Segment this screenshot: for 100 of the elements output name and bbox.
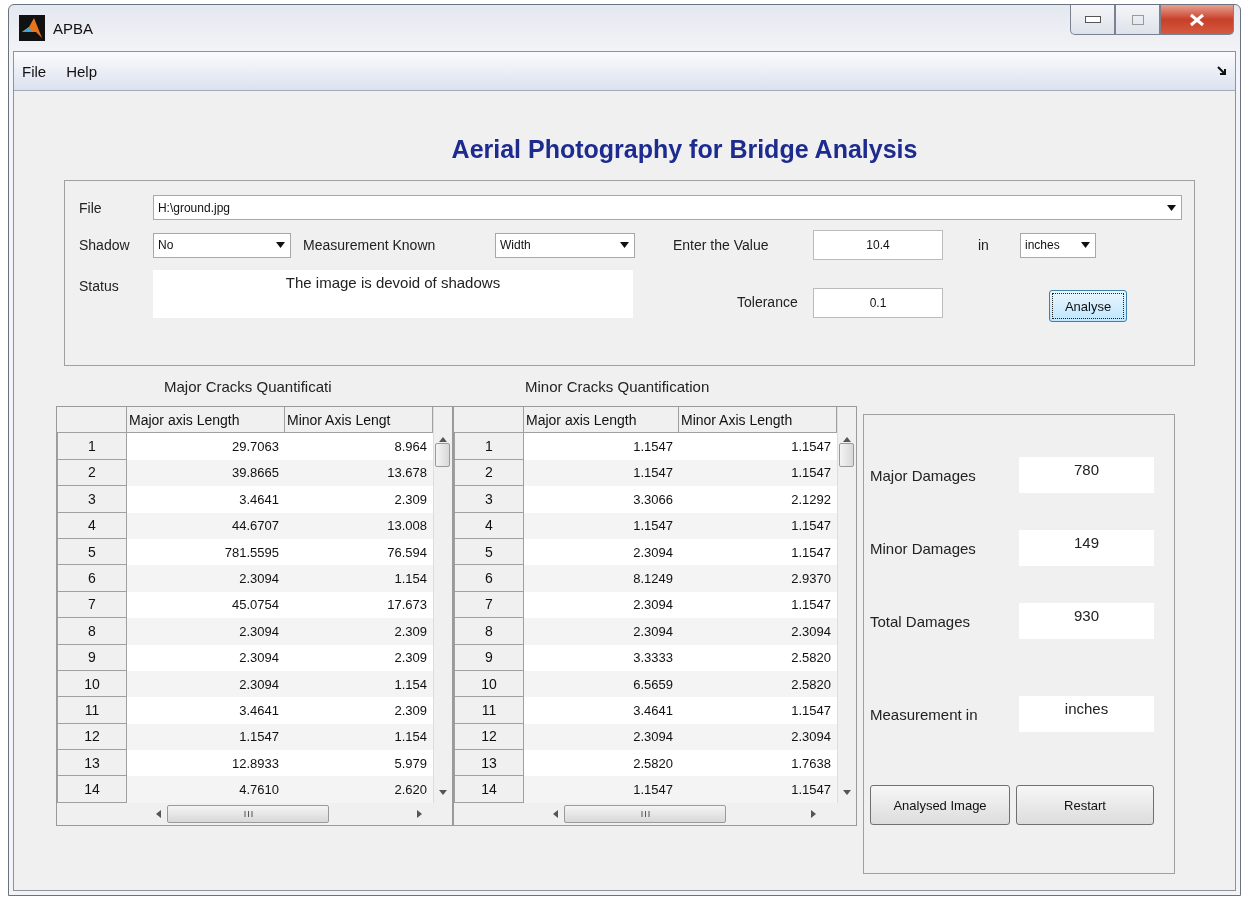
scroll-thumb[interactable] [839, 443, 854, 467]
scroll-thumb[interactable] [564, 804, 726, 823]
row-header: 9 [57, 644, 127, 671]
close-button[interactable] [1160, 5, 1234, 35]
app-heading: Aerial Photography for Bridge Analysis [450, 135, 919, 164]
scroll-thumb[interactable] [435, 443, 450, 467]
table-cell: 1.1547 [524, 512, 679, 539]
scroll-down-icon[interactable] [843, 789, 851, 795]
row-header: 10 [454, 670, 524, 698]
row-header: 3 [454, 486, 524, 513]
table-cell: 1.154 [285, 723, 433, 751]
table-cell: 1.1547 [679, 776, 837, 803]
table-cell: 13.008 [285, 512, 433, 539]
row-header: 12 [454, 723, 524, 751]
analyse-button[interactable]: Analyse [1049, 290, 1127, 322]
row-header: 5 [454, 538, 524, 566]
maximize-icon [1131, 14, 1144, 25]
table-cell: 1.1547 [679, 512, 837, 539]
app-logo-icon [19, 15, 45, 41]
table-cell: 2.9370 [679, 565, 837, 592]
table-cell: 44.6707 [127, 512, 285, 539]
summary-value: inches [1019, 696, 1154, 732]
scroll-left-icon[interactable] [553, 809, 558, 818]
row-header: 2 [57, 459, 127, 487]
row-header: 11 [57, 697, 127, 724]
minimize-button[interactable] [1070, 5, 1115, 35]
analysed-image-button[interactable]: Analysed Image [870, 785, 1010, 825]
vertical-scrollbar[interactable] [837, 407, 856, 803]
column-header[interactable]: Minor Axis Lengt [285, 407, 433, 434]
table-cell: 2.3094 [127, 618, 285, 645]
table-cell: 8.1249 [524, 565, 679, 592]
scroll-down-icon[interactable] [439, 789, 447, 795]
row-header: 9 [454, 644, 524, 671]
measurement-dropdown[interactable]: Width [495, 232, 635, 258]
summary-value: 149 [1019, 530, 1154, 566]
row-header: 13 [57, 750, 127, 777]
table-cell: 2.3094 [127, 565, 285, 592]
summary-value: 780 [1019, 457, 1154, 493]
dropdown-arrow-icon [276, 242, 285, 248]
shadow-dropdown[interactable]: No [153, 232, 291, 258]
row-header: 7 [454, 591, 524, 619]
row-header: 6 [57, 565, 127, 592]
row-header: 5 [57, 538, 127, 566]
row-header: 1 [57, 433, 127, 460]
row-header: 11 [454, 697, 524, 724]
summary-label: Major Damages [870, 466, 976, 484]
table-cell: 2.3094 [679, 723, 837, 751]
scroll-left-icon[interactable] [156, 809, 161, 818]
table-title: Minor Cracks Quantification [524, 376, 711, 397]
table-cell: 1.154 [285, 565, 433, 592]
dropdown-arrow-icon [620, 242, 629, 248]
window-title: APBA [53, 19, 94, 37]
dropdown-arrow-icon [1167, 204, 1176, 211]
table-cell: 1.1547 [524, 776, 679, 803]
row-header: 12 [57, 723, 127, 751]
row-header: 8 [57, 618, 127, 645]
tolerance-field[interactable]: 0.1 [813, 288, 943, 318]
measurement-known-label: Measurement Known [303, 237, 437, 253]
unit-dropdown[interactable]: inches [1020, 232, 1096, 258]
scroll-right-icon[interactable] [417, 809, 422, 818]
summary-label: Total Damages [870, 612, 971, 630]
status-label: Status [79, 278, 120, 294]
file-label: File [79, 199, 103, 216]
table-cell: 1.154 [285, 670, 433, 698]
table-cell: 2.3094 [679, 618, 837, 645]
tolerance-label: Tolerance [737, 294, 799, 310]
shadow-label: Shadow [79, 237, 131, 253]
table-cell: 2.3094 [524, 618, 679, 645]
column-header[interactable]: Major axis Length [524, 407, 679, 434]
file-dropdown[interactable]: H:\ground.jpg [152, 195, 1182, 220]
menu-item[interactable]: Help [66, 62, 98, 80]
row-header: 8 [454, 618, 524, 645]
table-title: Major Cracks Quantificati [163, 376, 333, 397]
dropdown-arrow-icon [1081, 242, 1090, 248]
summary-value: 930 [1019, 603, 1154, 639]
expand-arrow-icon[interactable] [1217, 66, 1227, 76]
menu-item[interactable]: File [22, 62, 47, 80]
table-cell: 6.5659 [524, 670, 679, 698]
table-cell: 1.1547 [679, 459, 837, 487]
scroll-right-icon[interactable] [811, 809, 816, 818]
table-cell: 1.1547 [524, 459, 679, 487]
table-cell: 2.3094 [524, 723, 679, 751]
column-header[interactable]: Major axis Length [127, 407, 285, 434]
value-label: Enter the Value [673, 237, 770, 253]
row-header: 3 [57, 486, 127, 513]
row-header: 2 [454, 459, 524, 487]
scroll-thumb[interactable] [167, 804, 329, 823]
row-header: 14 [454, 776, 524, 803]
table-cell: 2.3094 [127, 670, 285, 698]
maximize-button[interactable] [1115, 5, 1160, 35]
summary-label: Measurement in [870, 705, 978, 723]
value-field[interactable]: 10.4 [813, 230, 943, 260]
vertical-scrollbar[interactable] [433, 407, 452, 803]
row-header: 14 [57, 776, 127, 803]
table-cell: 13.678 [285, 459, 433, 487]
unit-label: in [978, 237, 990, 253]
close-icon [1189, 12, 1205, 27]
column-header[interactable]: Minor Axis Length [679, 407, 837, 434]
restart-button[interactable]: Restart [1016, 785, 1154, 825]
table-cell: 2.5820 [679, 670, 837, 698]
